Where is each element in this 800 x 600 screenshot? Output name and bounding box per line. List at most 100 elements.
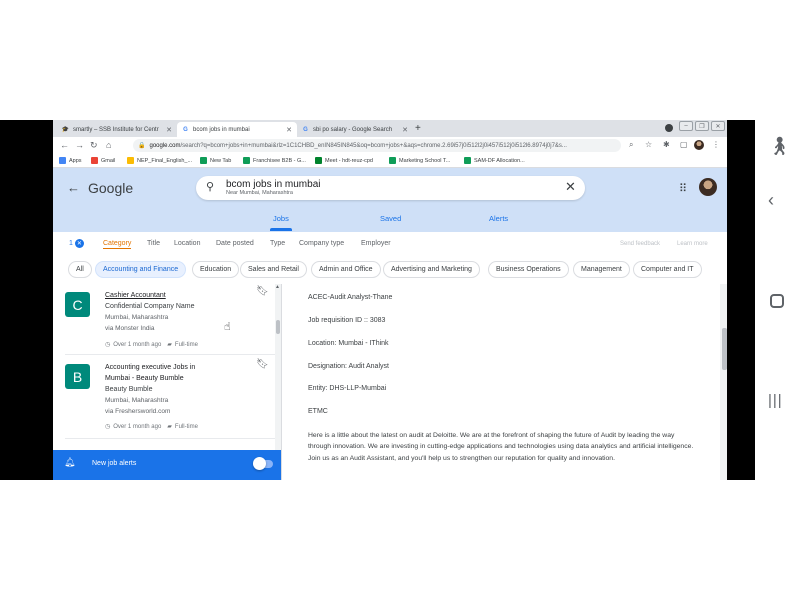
- side-panel-icon[interactable]: ▢: [680, 140, 688, 149]
- bookmark-gmail[interactable]: Gmail: [91, 157, 115, 164]
- chip-all[interactable]: All: [68, 261, 92, 278]
- close-icon[interactable]: ✕: [166, 126, 172, 134]
- chip-computer-it[interactable]: Computer and IT: [633, 261, 702, 278]
- bookmark-sam-df[interactable]: SAM-DF Allocation...: [464, 157, 525, 164]
- forward-icon[interactable]: →: [75, 140, 84, 150]
- tab-jobs[interactable]: Jobs: [273, 214, 289, 223]
- job-card[interactable]: C Cashier Accountant Confidential Compan…: [53, 284, 275, 354]
- alerts-toggle-knob[interactable]: [253, 457, 266, 470]
- bookmark-icon[interactable]: 🔖︎: [256, 359, 269, 370]
- new-tab-button[interactable]: +: [415, 123, 421, 134]
- company-logo: B: [65, 364, 90, 389]
- bookmarks-bar: Apps Gmail NEP_Final_English_... New Tab…: [53, 154, 727, 168]
- bell-icon: 🔔︎: [64, 457, 76, 467]
- tab-label: smartly – SSB Institute for Centr: [73, 126, 159, 133]
- tab-smartly[interactable]: 🎓 smartly – SSB Institute for Centr ✕: [57, 122, 177, 137]
- extensions-icon[interactable]: ✱: [663, 140, 670, 149]
- back-icon[interactable]: ←: [60, 140, 69, 150]
- menu-icon[interactable]: ⋮: [712, 140, 720, 149]
- bookmark-new-tab[interactable]: New Tab: [200, 157, 231, 164]
- tab-strip: 🎓 smartly – SSB Institute for Centr ✕ G …: [53, 120, 727, 137]
- filter-company-type[interactable]: Company type: [299, 240, 344, 247]
- bookmark-franchisee[interactable]: Franchisee B2B - G...: [243, 157, 306, 164]
- send-feedback-link[interactable]: Send feedback: [620, 241, 660, 247]
- bookmark-label: SAM-DF Allocation...: [474, 157, 525, 164]
- chip-advertising-marketing[interactable]: Advertising and Marketing: [383, 261, 480, 278]
- bookmark-meet[interactable]: Meet - hdt-reuz-cpd: [315, 157, 373, 164]
- chip-management[interactable]: Management: [573, 261, 630, 278]
- accessibility-icon[interactable]: 🚶︎: [768, 136, 791, 157]
- record-icon[interactable]: [665, 124, 673, 132]
- android-recents-icon[interactable]: |||: [768, 392, 783, 409]
- bookmark-apps[interactable]: Apps: [59, 157, 82, 164]
- bookmark-label: New Tab: [210, 157, 232, 164]
- company-name: Beauty Bumble: [105, 386, 153, 393]
- bookmark-icon[interactable]: 🔖︎: [256, 286, 269, 297]
- back-arrow-icon[interactable]: ←: [67, 180, 80, 195]
- search-box[interactable]: ⚲ bcom jobs in mumbai Near Mumbai, Mahar…: [196, 176, 585, 200]
- job-title[interactable]: Cashier Accountant: [105, 292, 166, 299]
- job-title-line-1[interactable]: Accounting executive Jobs in: [105, 364, 195, 371]
- tab-label: bcom jobs in mumbai: [193, 126, 250, 133]
- search-query[interactable]: bcom jobs in mumbai: [226, 179, 320, 190]
- close-window-icon[interactable]: ✕: [711, 121, 725, 131]
- job-type: Full-time: [174, 341, 198, 348]
- chip-accounting-finance[interactable]: Accounting and Finance: [95, 261, 187, 278]
- filter-employer[interactable]: Employer: [361, 240, 391, 247]
- search-icon[interactable]: ⚲: [206, 180, 214, 193]
- filter-category[interactable]: Category: [103, 240, 132, 249]
- detail-line: ETMC: [308, 408, 328, 415]
- tab-sbi-po[interactable]: G sbi po salary - Google Search ✕: [297, 122, 413, 137]
- filter-title[interactable]: Title: [147, 240, 160, 247]
- learn-more-link[interactable]: Learn more: [677, 241, 708, 247]
- android-home-icon[interactable]: [770, 294, 784, 308]
- chip-sales-retail[interactable]: Sales and Retail: [240, 261, 307, 278]
- address-bar[interactable]: 🔒 google.com/search?q=bcom+jobs+in+mumba…: [133, 139, 621, 152]
- close-icon[interactable]: ✕: [402, 126, 408, 134]
- filter-location[interactable]: Location: [174, 240, 200, 247]
- google-logo[interactable]: Google: [88, 180, 133, 196]
- google-icon: G: [303, 126, 308, 133]
- chip-education[interactable]: Education: [192, 261, 240, 278]
- results-scrollbar-thumb[interactable]: [276, 320, 280, 334]
- scroll-up-icon[interactable]: ▲: [275, 284, 280, 290]
- clear-icon[interactable]: ✕: [565, 179, 576, 195]
- tab-alerts[interactable]: Alerts: [489, 214, 508, 223]
- close-icon[interactable]: ✕: [286, 126, 292, 134]
- bookmark-label: Apps: [69, 157, 82, 164]
- home-icon[interactable]: ⌂: [106, 140, 111, 150]
- job-card[interactable]: B Accounting executive Jobs in Mumbai - …: [53, 355, 275, 437]
- job-detail-pane: ACEC-Audit Analyst-Thane Job requisition…: [281, 284, 727, 480]
- browser-toolbar: ← → ↻ ⌂ 🔒 google.com/search?q=bcom+jobs+…: [53, 137, 727, 154]
- chip-business-operations[interactable]: Business Operations: [488, 261, 569, 278]
- job-title-line-2[interactable]: Mumbai - Beauty Bumble: [105, 375, 184, 382]
- reload-icon[interactable]: ↻: [90, 140, 98, 151]
- detail-scrollbar[interactable]: [720, 284, 727, 480]
- active-filter-count[interactable]: 1 ✕: [69, 239, 84, 248]
- zoom-icon[interactable]: ⌕: [629, 140, 633, 150]
- job-meta: ◷ Over 1 month ago ▰ Full-time: [105, 423, 198, 431]
- tab-saved[interactable]: Saved: [380, 214, 401, 223]
- filter-type[interactable]: Type: [270, 240, 285, 247]
- bookmark-nep[interactable]: NEP_Final_English_...: [127, 157, 192, 164]
- detail-line: Job requisition ID :: 3083: [308, 317, 386, 324]
- detail-scrollbar-thumb[interactable]: [722, 328, 727, 370]
- tab-bcom-jobs[interactable]: G bcom jobs in mumbai ✕: [177, 122, 297, 137]
- sheets-icon: [464, 157, 471, 164]
- filter-date-posted[interactable]: Date posted: [216, 240, 254, 247]
- android-back-icon[interactable]: ‹: [768, 190, 774, 211]
- sheets-icon: [200, 157, 207, 164]
- restore-icon[interactable]: ❐: [695, 121, 709, 131]
- job-source: via Freshersworld.com: [105, 408, 171, 415]
- minimize-icon[interactable]: –: [679, 121, 693, 131]
- chip-admin-office[interactable]: Admin and Office: [311, 261, 381, 278]
- bookmark-marketing[interactable]: Marketing School T...: [389, 157, 450, 164]
- detail-line: Designation: Audit Analyst: [308, 363, 389, 370]
- close-icon[interactable]: ✕: [74, 239, 84, 248]
- profile-avatar[interactable]: [694, 140, 704, 150]
- apps-grid-icon: [59, 157, 66, 164]
- screen: 🎓 smartly – SSB Institute for Centr ✕ G …: [0, 0, 800, 600]
- star-icon[interactable]: ☆: [645, 140, 652, 149]
- apps-grid-icon[interactable]: ⠿: [679, 182, 687, 195]
- avatar[interactable]: [699, 178, 717, 196]
